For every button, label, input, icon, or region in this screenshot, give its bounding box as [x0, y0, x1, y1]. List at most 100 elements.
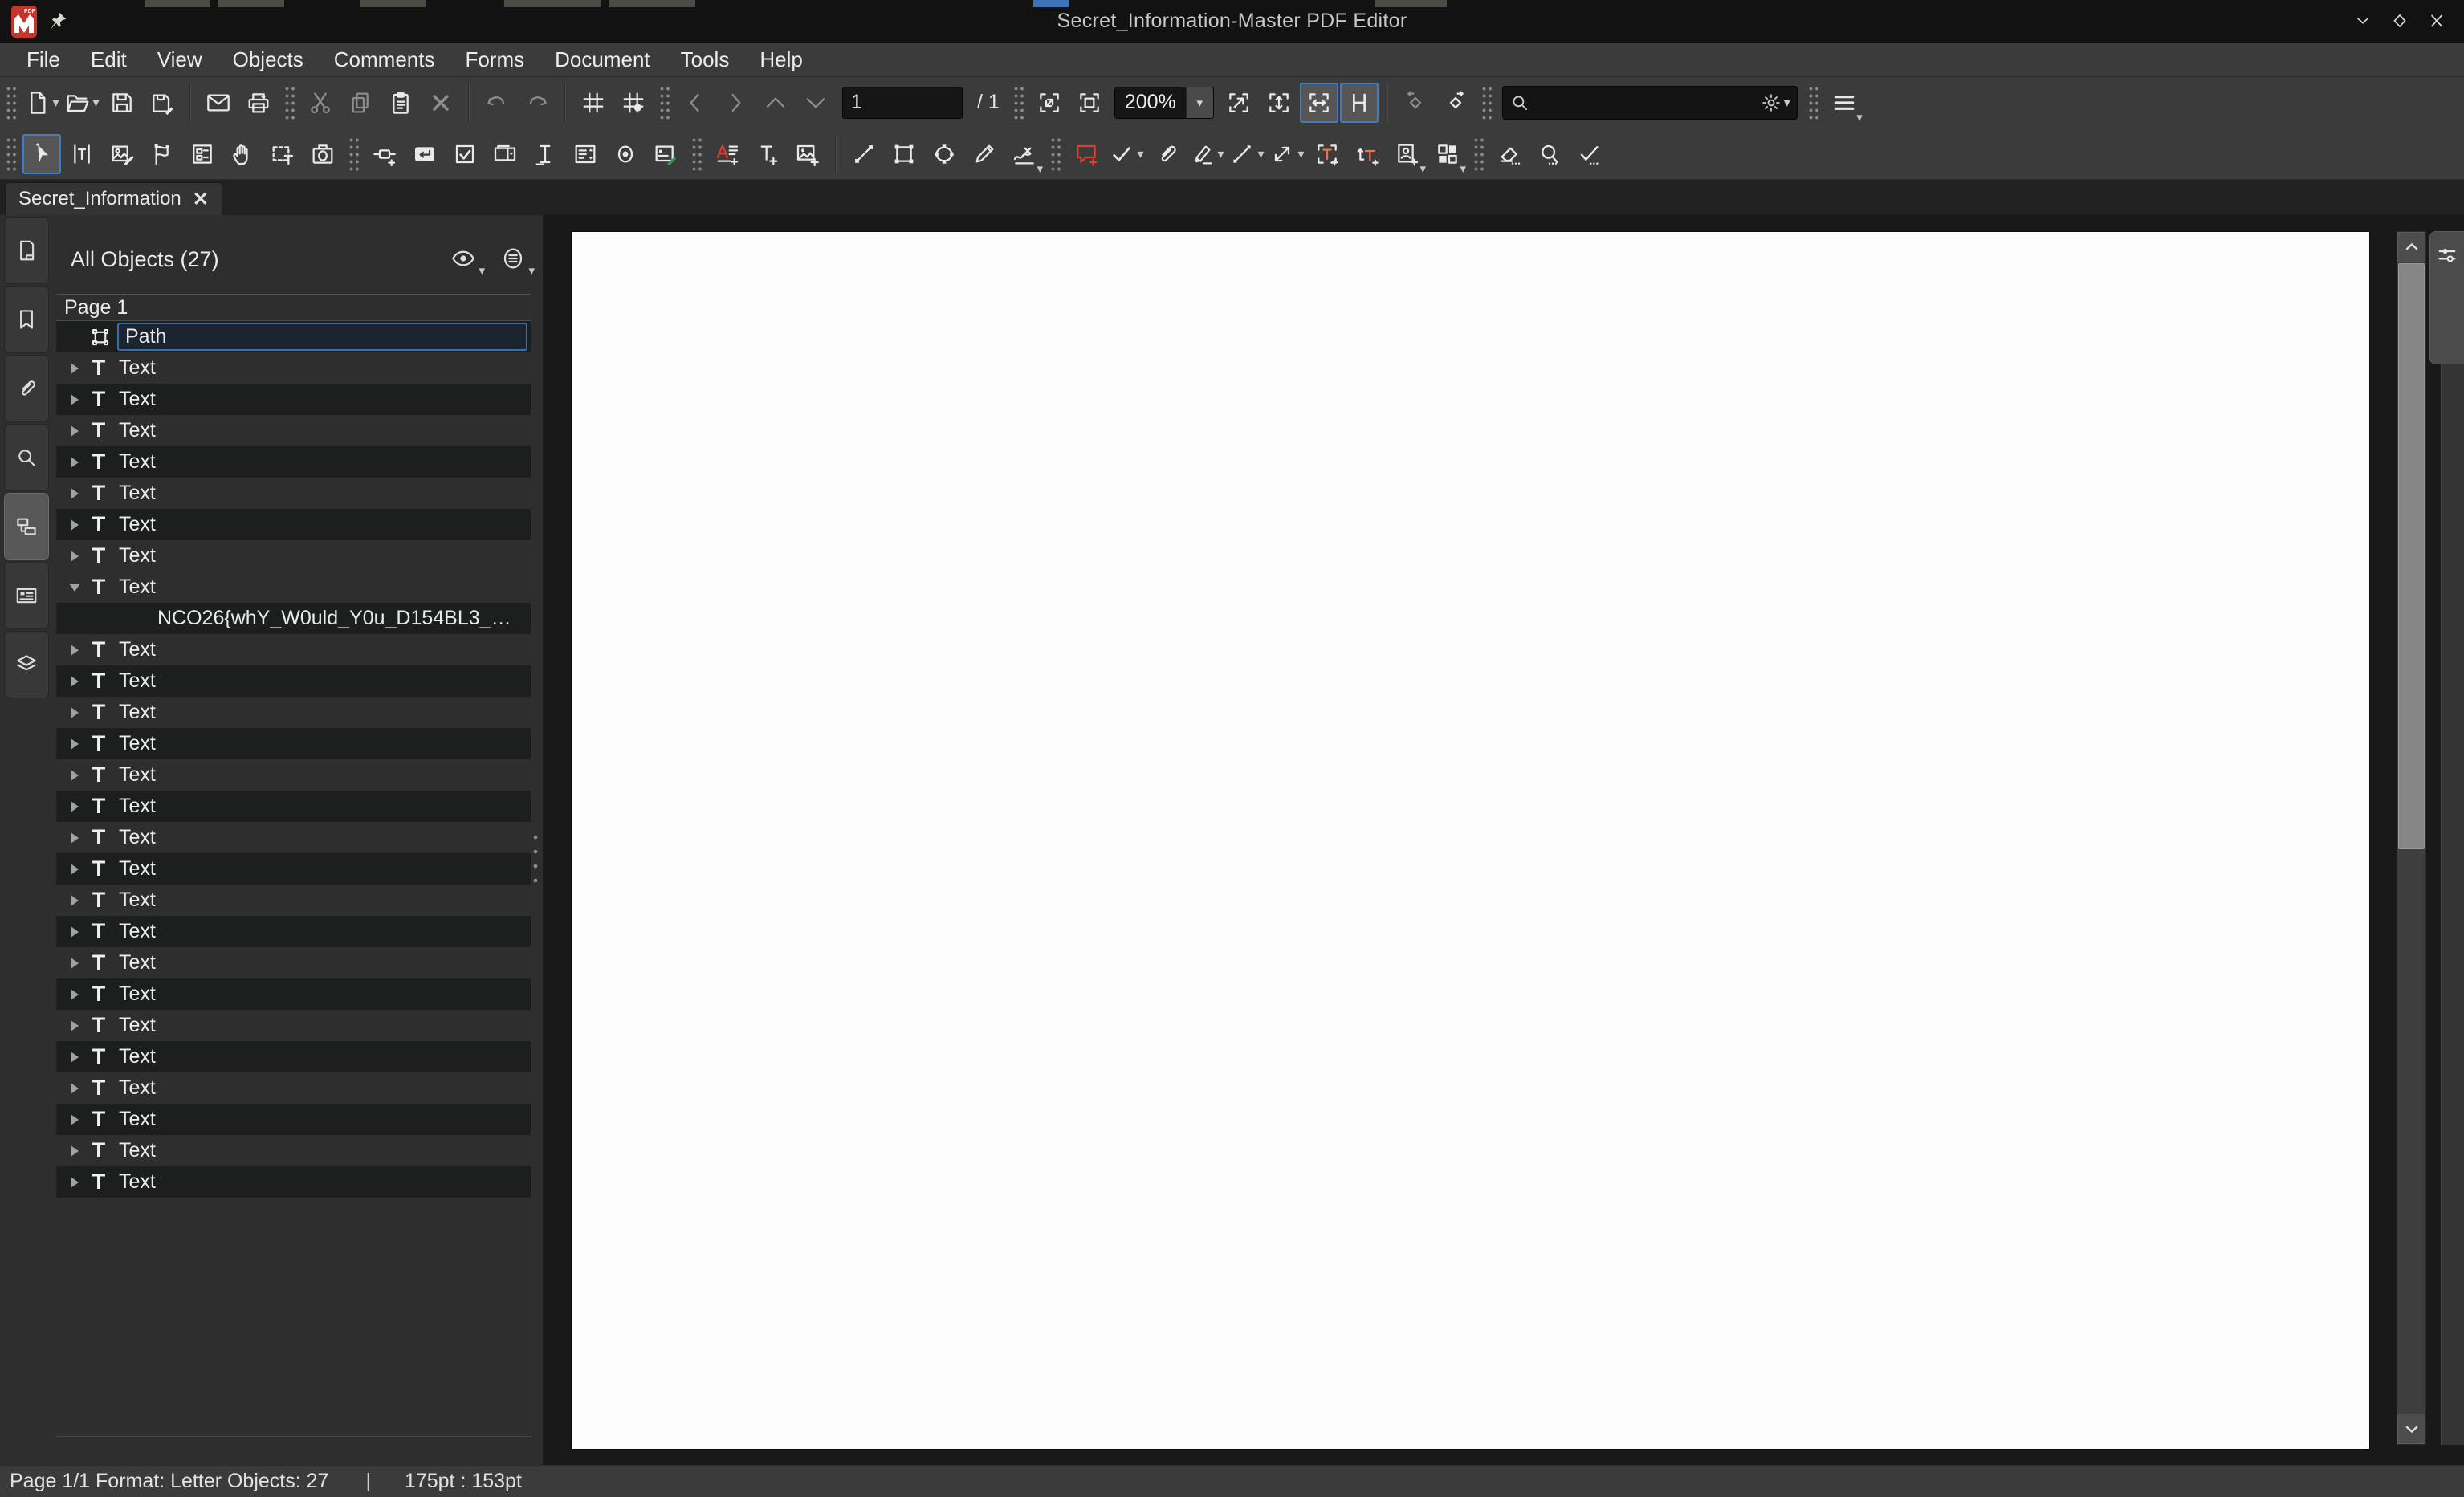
print-button[interactable]	[239, 83, 278, 123]
toolbar-drag-handle[interactable]	[1806, 83, 1819, 121]
page-number-input[interactable]	[842, 86, 963, 119]
object-row-text[interactable]: T Text	[56, 634, 531, 665]
selected-object-name-box[interactable]: Path	[117, 323, 527, 351]
expand-icon[interactable]	[64, 509, 85, 540]
attach-file-button[interactable]	[1147, 134, 1186, 174]
snapshot-button[interactable]	[303, 134, 342, 174]
save-as-button[interactable]	[143, 83, 181, 123]
delete-button[interactable]	[422, 83, 460, 123]
toolbar-drag-handle[interactable]	[5, 83, 17, 121]
redo-button[interactable]	[518, 83, 556, 123]
signature-field-button[interactable]	[646, 134, 685, 174]
object-row-text[interactable]: T Text	[56, 415, 531, 446]
menu-forms[interactable]: Forms	[450, 43, 540, 77]
expand-icon[interactable]	[64, 1041, 85, 1072]
email-button[interactable]	[199, 83, 238, 123]
toolbar-drag-handle[interactable]	[1012, 83, 1024, 121]
sidebar-signatures[interactable]	[4, 562, 49, 629]
text-box-annotation-button[interactable]	[1308, 134, 1346, 174]
toolbar-drag-handle[interactable]	[348, 135, 360, 173]
line-annotation-button[interactable]: ▾	[1228, 134, 1266, 174]
scroll-down-button[interactable]	[2397, 1414, 2425, 1444]
expand-icon[interactable]	[64, 1166, 85, 1198]
expand-icon[interactable]	[64, 885, 85, 916]
add-image-button[interactable]	[788, 134, 827, 174]
eraser-button[interactable]	[1490, 134, 1529, 174]
pencil-tool-button[interactable]	[965, 134, 1004, 174]
paste-button[interactable]	[381, 83, 420, 123]
sidebar-bookmarks[interactable]	[4, 286, 49, 353]
object-row-text[interactable]: T Text	[56, 853, 531, 885]
button-field-button[interactable]	[405, 134, 444, 174]
toolbar-drag-handle[interactable]	[1472, 135, 1485, 173]
object-row-text[interactable]: T Text	[56, 791, 531, 822]
expand-icon[interactable]	[64, 384, 85, 415]
undo-button[interactable]	[478, 83, 516, 123]
toolbar-drag-handle[interactable]	[1480, 83, 1493, 121]
next-page-button[interactable]	[716, 83, 755, 123]
show-grid-button[interactable]	[574, 83, 613, 123]
ellipse-tool-button[interactable]	[925, 134, 963, 174]
object-row-text[interactable]: T Text	[56, 822, 531, 853]
zoom-to-selection-button[interactable]	[1220, 83, 1258, 123]
rotate-cw-button[interactable]	[1436, 83, 1475, 123]
open-document-button[interactable]: ▾	[63, 83, 101, 123]
text-field-button[interactable]	[526, 134, 564, 174]
window-close-button[interactable]	[2424, 8, 2450, 34]
toolbar-drag-handle[interactable]	[658, 83, 670, 121]
expand-icon[interactable]	[64, 1072, 85, 1104]
fit-height-button[interactable]	[1339, 82, 1379, 123]
expand-icon[interactable]	[64, 634, 85, 665]
chevron-down-icon[interactable]: ▾	[1784, 95, 1790, 111]
expand-icon[interactable]	[64, 415, 85, 446]
sidebar-pages[interactable]	[4, 217, 49, 284]
scrollbar-thumb[interactable]	[2398, 263, 2425, 849]
page-group-row[interactable]: Page 1	[56, 295, 531, 321]
object-row-text[interactable]: T Text	[56, 540, 531, 572]
sticky-note-button[interactable]	[1067, 134, 1106, 174]
toolbar-drag-handle[interactable]	[690, 135, 703, 173]
stamp-tool-button[interactable]: ▾	[1388, 134, 1427, 176]
object-row-path[interactable]: Path	[56, 321, 531, 352]
properties-panel-tab[interactable]	[2429, 231, 2464, 364]
arrow-annotation-button[interactable]: ▾	[1268, 134, 1306, 174]
edit-text-button[interactable]	[63, 134, 101, 174]
new-document-button[interactable]: ▾	[22, 83, 61, 123]
expand-icon[interactable]	[64, 540, 85, 572]
object-row-text[interactable]: T Text	[56, 352, 531, 384]
check-annotation-button[interactable]: ▾	[1107, 134, 1146, 174]
object-row-text[interactable]: T Text	[56, 1166, 531, 1198]
menu-tools[interactable]: Tools	[666, 43, 745, 77]
object-row-text[interactable]: T Text	[56, 916, 531, 947]
object-row-text[interactable]: T Text	[56, 446, 531, 478]
combobox-field-button[interactable]	[486, 134, 524, 174]
search-box[interactable]: ▾	[1501, 85, 1798, 120]
expand-icon[interactable]	[64, 947, 85, 978]
expand-icon[interactable]	[64, 446, 85, 478]
zoom-level-select[interactable]: 200% ▾	[1114, 86, 1214, 119]
object-row-text[interactable]: T Text	[56, 978, 531, 1010]
visibility-button[interactable]: ▾	[443, 239, 485, 279]
expand-icon[interactable]	[64, 978, 85, 1010]
menu-objects[interactable]: Objects	[218, 43, 319, 77]
expand-icon[interactable]	[64, 1104, 85, 1135]
expand-icon[interactable]	[64, 791, 85, 822]
previous-page-button[interactable]	[676, 83, 715, 123]
panel-options-button[interactable]: ▾	[493, 239, 535, 279]
save-button[interactable]	[103, 83, 141, 123]
actual-size-button[interactable]	[1070, 83, 1109, 123]
line-tool-button[interactable]	[845, 134, 883, 174]
object-row-text[interactable]: T Text	[56, 1041, 531, 1072]
toolbar-drag-handle[interactable]	[5, 135, 17, 173]
edit-images-button[interactable]	[103, 134, 141, 174]
search-input[interactable]	[1529, 91, 1761, 114]
collapse-icon[interactable]	[64, 572, 85, 603]
highlight-text-button[interactable]: ▾	[1187, 134, 1226, 174]
object-row-text[interactable]: T Text	[56, 759, 531, 791]
expand-icon[interactable]	[64, 1010, 85, 1041]
expand-icon[interactable]	[64, 1135, 85, 1166]
expand-icon[interactable]	[64, 853, 85, 885]
expand-icon[interactable]	[64, 728, 85, 759]
object-row-text[interactable]: T Text	[56, 885, 531, 916]
snap-to-grid-button[interactable]	[614, 83, 653, 123]
